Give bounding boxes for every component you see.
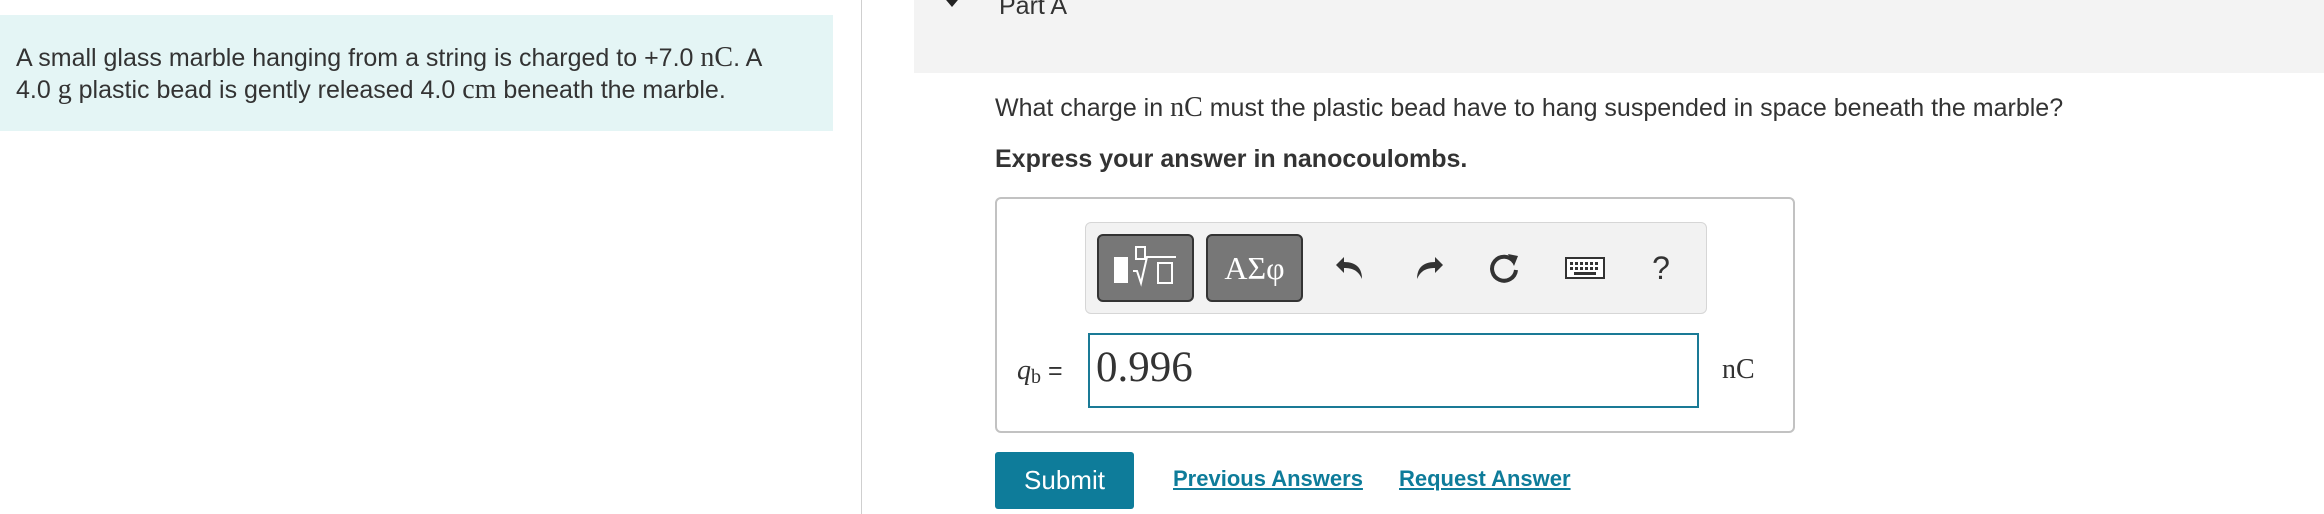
undo-arrow-icon — [1336, 257, 1362, 279]
column-divider — [861, 0, 862, 514]
undo-icon[interactable] — [1326, 245, 1376, 291]
collapse-caret-icon[interactable] — [941, 0, 963, 7]
problem-text: beneath the marble. — [496, 76, 726, 104]
problem-statement: A small glass marble hanging from a stri… — [0, 15, 833, 131]
equals-sign: = — [1047, 357, 1063, 385]
templates-icon — [1113, 246, 1176, 287]
previous-answers-link[interactable]: Previous Answers — [1173, 466, 1363, 492]
page: A small glass marble hanging from a stri… — [0, 0, 2324, 514]
reset-circular-arrow-icon — [1490, 254, 1518, 283]
problem-line-2: 4.0 g plastic bead is gently released 4.… — [16, 74, 833, 106]
problem-unit: nC — [700, 42, 734, 73]
redo-arrow-icon — [1417, 257, 1443, 279]
part-title: Part A — [999, 0, 1068, 20]
part-header[interactable]: Part A — [914, 0, 2324, 73]
question-text: What charge in nC must the plastic bead … — [995, 92, 2063, 124]
answer-box: ΑΣφ ? qb = 0.996 nC — [995, 197, 1795, 433]
problem-text: 4.0 — [16, 76, 58, 104]
answer-instruction: Express your answer in nanocoulombs. — [995, 145, 1468, 173]
request-answer-link[interactable]: Request Answer — [1399, 466, 1571, 492]
problem-text: . A — [733, 44, 763, 72]
greek-symbols-button[interactable]: ΑΣφ — [1206, 234, 1303, 302]
problem-text: A small glass marble hanging from a stri… — [16, 44, 701, 72]
variable-subscript: b — [1031, 366, 1041, 388]
problem-unit: g — [57, 74, 72, 105]
math-toolbar: ΑΣφ ? — [1085, 222, 1707, 314]
templates-button[interactable] — [1097, 234, 1194, 302]
keyboard-glyph-icon — [1565, 257, 1605, 279]
reset-icon[interactable] — [1479, 245, 1529, 291]
question-text-part: must the plastic bead have to hang suspe… — [1202, 94, 2064, 122]
problem-unit: cm — [462, 74, 497, 105]
keyboard-icon[interactable] — [1560, 245, 1610, 291]
variable-symbol: q — [1017, 355, 1031, 386]
problem-text: plastic bead is gently released 4.0 — [71, 76, 463, 104]
redo-icon[interactable] — [1403, 245, 1453, 291]
question-text-part: What charge in — [995, 94, 1171, 122]
submit-button[interactable]: Submit — [995, 452, 1134, 509]
question-unit: nC — [1170, 92, 1203, 123]
answer-unit: nC — [1722, 354, 1755, 385]
help-icon[interactable]: ? — [1636, 245, 1686, 291]
problem-line-1: A small glass marble hanging from a stri… — [16, 42, 833, 74]
answer-variable-label: qb = — [1017, 355, 1063, 389]
answer-input[interactable]: 0.996 — [1088, 333, 1699, 408]
